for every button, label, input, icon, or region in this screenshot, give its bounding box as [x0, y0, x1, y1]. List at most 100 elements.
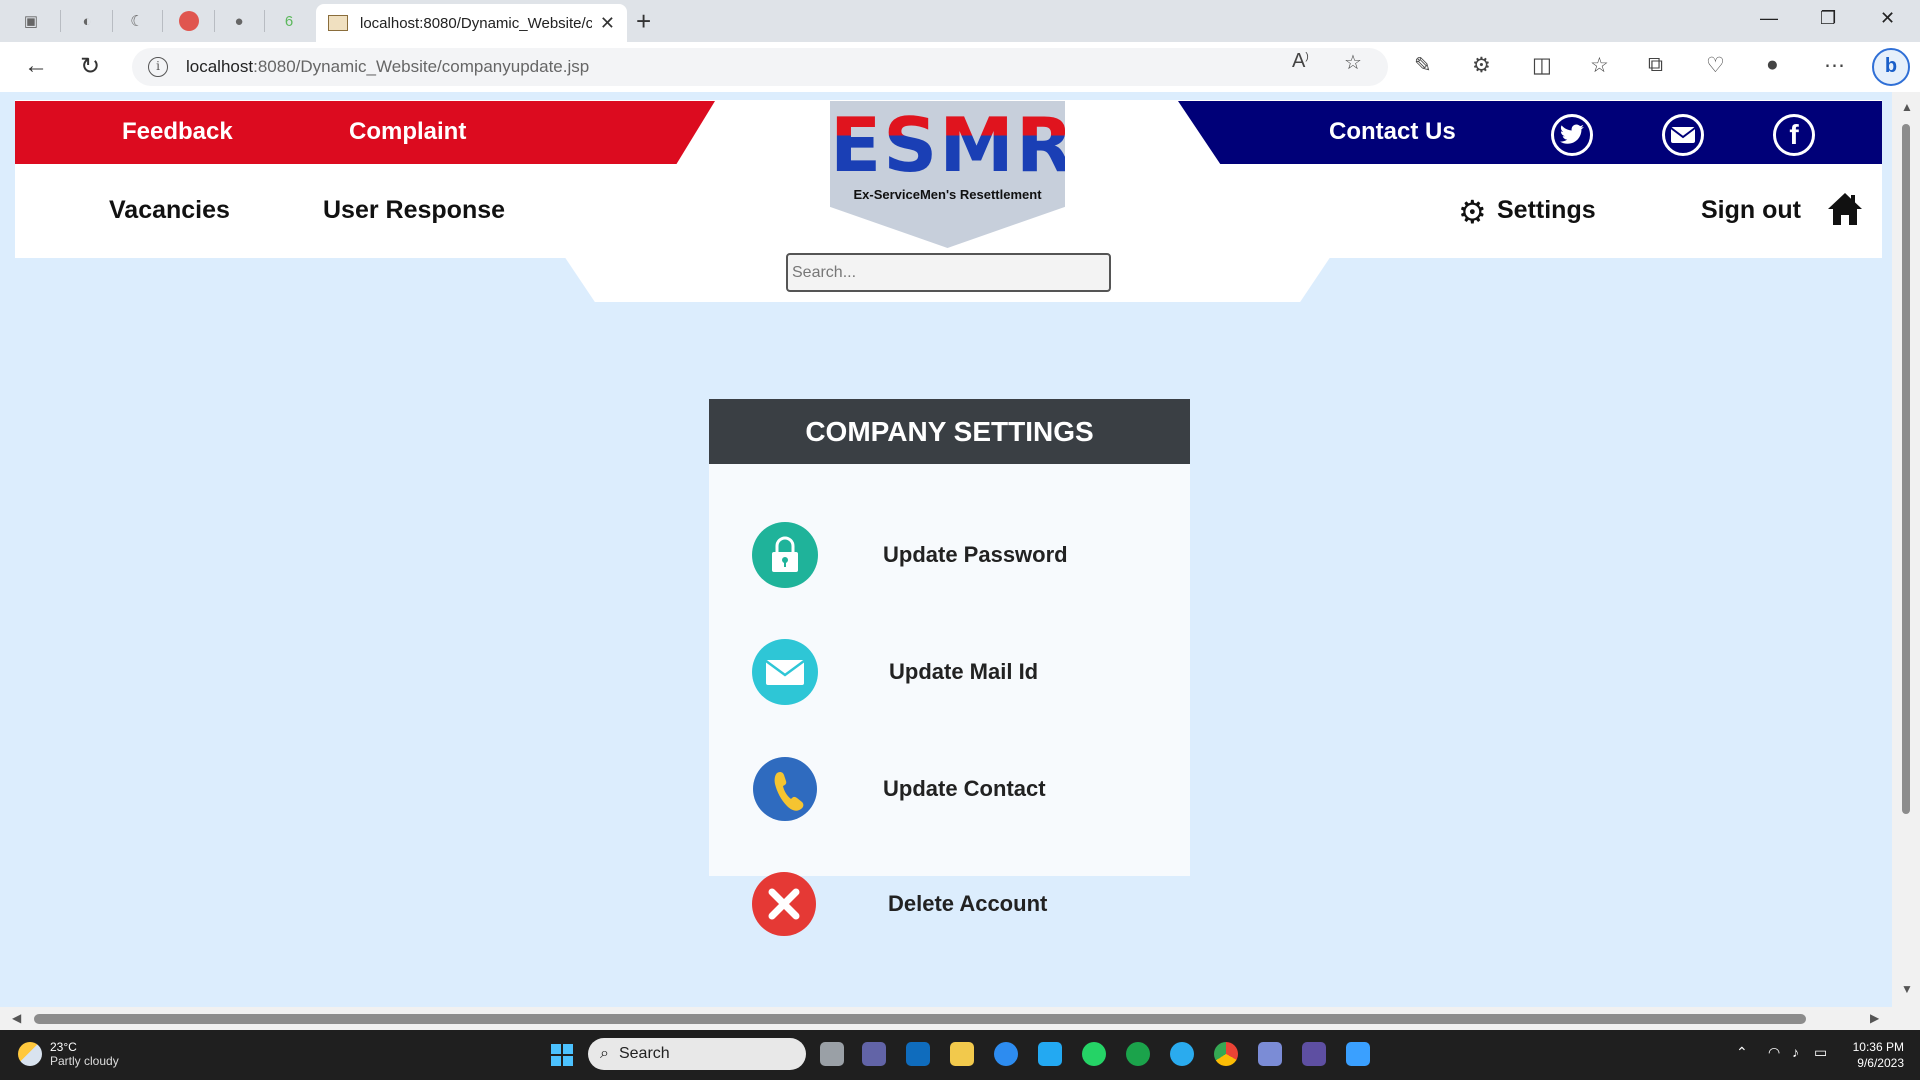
tray-overflow-icon[interactable]: ⌃ — [1736, 1044, 1748, 1061]
favicon-icon — [328, 15, 348, 31]
vertical-scrollbar[interactable]: ▲ ▼ — [1892, 92, 1920, 1030]
collections-icon[interactable]: ⧉ — [1648, 53, 1663, 77]
scroll-left-icon[interactable]: ◀ — [12, 1011, 21, 1025]
delete-account-option[interactable]: Delete Account — [709, 864, 1190, 944]
clock-date: 9/6/2023 — [1857, 1056, 1904, 1070]
windows-start-icon[interactable] — [551, 1044, 573, 1066]
complaint-link[interactable]: Complaint — [349, 118, 466, 146]
pinned-tab-icon[interactable]: ☾ — [124, 8, 150, 34]
telegram-icon[interactable] — [1170, 1042, 1194, 1066]
logo-text: ESMR — [830, 101, 1076, 189]
settings-link[interactable]: Settings — [1497, 196, 1596, 225]
update-mail-option[interactable]: Update Mail Id — [709, 632, 1190, 712]
update-mail-label: Update Mail Id — [889, 659, 1039, 684]
vscode-icon[interactable] — [1038, 1042, 1062, 1066]
split-screen-icon[interactable]: ◫ — [1532, 53, 1552, 78]
feedback-link[interactable]: Feedback — [122, 118, 233, 146]
scroll-right-icon[interactable]: ▶ — [1870, 1011, 1879, 1025]
app-icon[interactable] — [1258, 1042, 1282, 1066]
tab-separator — [112, 10, 113, 32]
update-password-label: Update Password — [883, 542, 1068, 567]
close-window-icon[interactable]: ✕ — [1880, 8, 1895, 29]
tab-separator — [264, 10, 265, 32]
chrome-icon[interactable] — [1214, 1042, 1238, 1066]
tab-separator — [162, 10, 163, 32]
whatsapp-icon[interactable] — [1082, 1042, 1106, 1066]
card-title: COMPANY SETTINGS — [709, 399, 1190, 464]
file-explorer-icon[interactable] — [950, 1042, 974, 1066]
update-password-option[interactable]: Update Password — [709, 515, 1190, 595]
sign-out-link[interactable]: Sign out — [1701, 196, 1801, 225]
volume-icon[interactable]: ♪ — [1792, 1044, 1799, 1060]
github-tab-icon[interactable]: ● — [226, 8, 252, 34]
tab-actions-icon[interactable]: ▣ — [18, 8, 44, 34]
task-view-icon[interactable] — [820, 1042, 844, 1066]
delete-account-label: Delete Account — [888, 891, 1048, 916]
partly-cloudy-icon — [18, 1042, 42, 1066]
home-icon[interactable] — [1826, 190, 1864, 228]
collections-edit-icon[interactable]: ✎ — [1414, 53, 1432, 78]
wifi-icon[interactable]: ◠ — [1768, 1044, 1780, 1061]
browser-toolbar: ← ↻ i localhost:8080/Dynamic_Website/com… — [0, 42, 1920, 92]
battery-icon[interactable]: ▭ — [1814, 1044, 1827, 1061]
vacancies-link[interactable]: Vacancies — [109, 196, 230, 225]
gear-icon[interactable]: ⚙ — [1458, 196, 1492, 230]
restore-icon[interactable]: ❐ — [1820, 8, 1836, 29]
back-icon[interactable]: ← — [24, 52, 48, 80]
read-aloud-icon[interactable]: A) — [1292, 50, 1309, 73]
extensions-icon[interactable]: ⚙ — [1472, 53, 1491, 78]
edge-icon[interactable] — [1126, 1042, 1150, 1066]
browser-tabstrip: ▣ ◐ ☾ ● 6 localhost:8080/Dynamic_Website… — [0, 0, 1920, 42]
mail-app-icon[interactable] — [906, 1042, 930, 1066]
address-bar[interactable]: i localhost:8080/Dynamic_Website/company… — [132, 48, 1388, 86]
clock-time: 10:36 PM — [1852, 1040, 1904, 1054]
tab-title: localhost:8080/Dynamic_Website/companyup… — [360, 14, 592, 32]
active-tab[interactable]: localhost:8080/Dynamic_Website/companyup… — [316, 4, 627, 42]
update-contact-label: Update Contact — [883, 776, 1046, 801]
user-response-link[interactable]: User Response — [323, 196, 505, 225]
search-input[interactable] — [786, 253, 1111, 292]
twitter-icon[interactable] — [1551, 114, 1593, 156]
lock-icon — [752, 522, 818, 588]
reload-icon[interactable]: ↻ — [80, 52, 100, 81]
browser-essentials-icon[interactable]: ♡ — [1706, 53, 1725, 78]
update-contact-option[interactable]: Update Contact — [709, 749, 1190, 829]
scroll-down-icon[interactable]: ▼ — [1901, 982, 1913, 996]
taskbar-clock[interactable]: 10:36 PM 9/6/2023 — [1830, 1039, 1904, 1071]
close-tab-icon[interactable]: ✕ — [600, 13, 615, 34]
contact-us-link[interactable]: Contact Us — [1329, 118, 1456, 146]
logo-subtitle: Ex-ServiceMen's Resettlement — [853, 187, 1042, 202]
company-settings-card: COMPANY SETTINGS Update Password Update … — [709, 399, 1190, 936]
teams-icon[interactable] — [862, 1042, 886, 1066]
pinned-tab-icon[interactable]: 6 — [276, 8, 302, 34]
facebook-icon[interactable]: f — [1773, 114, 1815, 156]
vertical-scroll-thumb[interactable] — [1902, 124, 1910, 814]
favorite-star-icon[interactable]: ☆ — [1344, 50, 1362, 75]
horizontal-scrollbar[interactable]: ◀ ▶ — [0, 1007, 1892, 1030]
mail-icon — [752, 639, 818, 705]
site-info-icon[interactable]: i — [148, 57, 168, 77]
weather-widget[interactable]: 23°C Partly cloudy — [18, 1040, 119, 1068]
profile-icon[interactable]: ● — [1766, 53, 1779, 77]
web-page: Feedback Complaint Contact Us f ESMR Ex-… — [0, 92, 1920, 1030]
more-menu-icon[interactable]: ⋯ — [1824, 53, 1845, 78]
scroll-up-icon[interactable]: ▲ — [1901, 100, 1913, 114]
tab-separator — [60, 10, 61, 32]
eclipse-icon[interactable] — [1302, 1042, 1326, 1066]
url-path: :8080/Dynamic_Website/companyupdate.jsp — [253, 57, 590, 76]
close-icon — [752, 872, 816, 936]
horizontal-scroll-thumb[interactable] — [34, 1014, 1806, 1024]
favorites-icon[interactable]: ☆ — [1590, 53, 1609, 78]
new-tab-icon[interactable]: + — [636, 6, 651, 37]
weather-desc: Partly cloudy — [50, 1054, 119, 1068]
phone-icon — [753, 757, 817, 821]
taskbar-search[interactable]: ⌕ Search — [588, 1038, 806, 1070]
bing-copilot-icon[interactable]: b — [1872, 48, 1910, 86]
minimize-icon[interactable]: — — [1760, 8, 1778, 29]
pinned-tab-icon[interactable] — [176, 8, 202, 34]
safari-icon[interactable] — [994, 1042, 1018, 1066]
photos-icon[interactable] — [1346, 1042, 1370, 1066]
email-icon[interactable] — [1662, 114, 1704, 156]
pinned-tab-icon[interactable]: ◐ — [74, 8, 100, 34]
tab-separator — [214, 10, 215, 32]
